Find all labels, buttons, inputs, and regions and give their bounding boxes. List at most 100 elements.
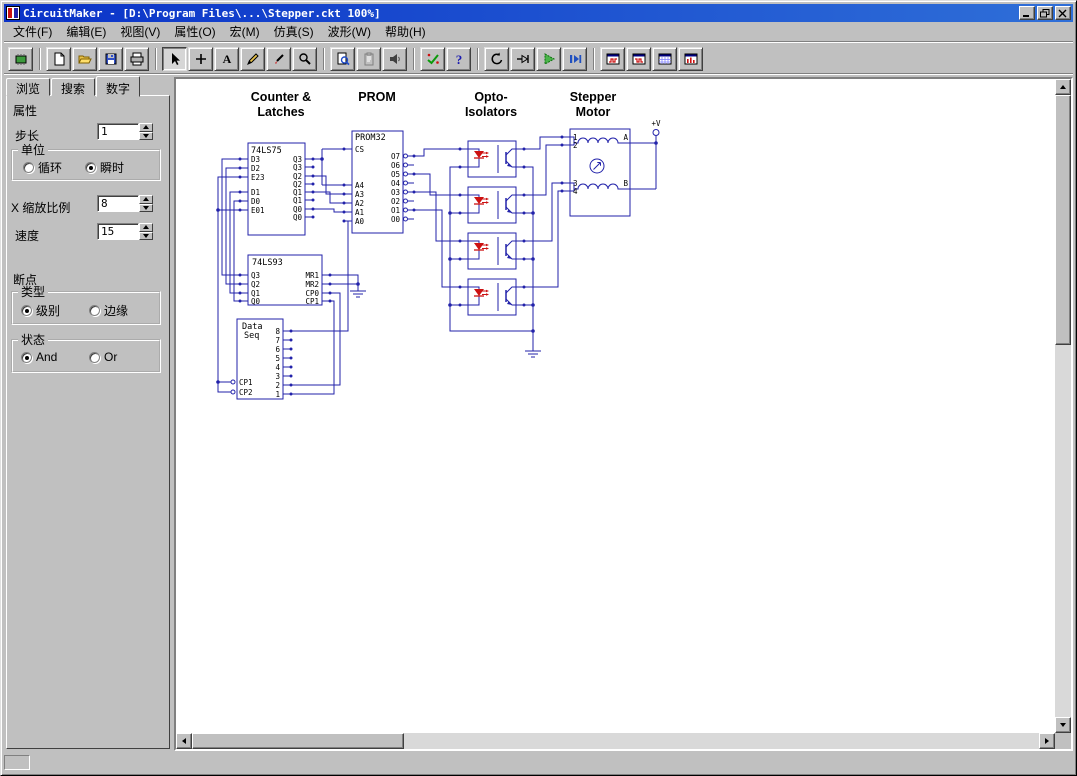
schematic-canvas[interactable]: Counter & Latches PROM Opto- Isolators S… xyxy=(176,79,1055,733)
horizontal-scrollbar[interactable] xyxy=(176,733,1055,749)
radio-label: 级别 xyxy=(36,302,60,319)
vertical-scrollbar[interactable] xyxy=(1055,79,1071,733)
step-button[interactable] xyxy=(510,47,535,71)
svg-text:Stepper: Stepper xyxy=(570,90,617,104)
ground-symbol[interactable] xyxy=(350,284,541,357)
radio-state-or[interactable]: Or xyxy=(89,350,117,364)
minimize-icon xyxy=(1022,9,1032,18)
horizontal-scroll-thumb[interactable] xyxy=(192,733,404,749)
component-74ls93[interactable]: 74LS93 Q3 Q2 Q1 Q0 MR1 MR2 CP0 CP1 xyxy=(239,255,332,306)
step-arrow-icon xyxy=(515,51,531,67)
tab-digital[interactable]: 数字 xyxy=(96,76,140,97)
waveform-window-button[interactable] xyxy=(626,47,651,71)
close-button[interactable] xyxy=(1055,6,1071,20)
vertical-scroll-thumb[interactable] xyxy=(1055,95,1071,345)
step-size-input[interactable] xyxy=(97,123,139,140)
speaker-icon xyxy=(387,51,403,67)
save-button[interactable] xyxy=(98,47,123,71)
component-opto-isolator[interactable] xyxy=(459,141,526,315)
sidebar-tabs: 浏览 搜索 数字 xyxy=(6,75,141,96)
sound-button[interactable] xyxy=(382,47,407,71)
reset-arrow-icon xyxy=(489,51,505,67)
scroll-right-button[interactable] xyxy=(1039,733,1055,749)
minimize-button[interactable] xyxy=(1019,6,1035,20)
check-icon xyxy=(425,51,441,67)
svg-text:Counter &: Counter & xyxy=(251,90,311,104)
menu-file[interactable]: 文件(F) xyxy=(6,21,59,42)
text-tool-button[interactable]: A xyxy=(214,47,239,71)
step-size-spin-down[interactable] xyxy=(139,132,153,141)
menu-help[interactable]: 帮助(H) xyxy=(378,21,433,42)
probe-tool-button[interactable] xyxy=(266,47,291,71)
select-tool-button[interactable] xyxy=(162,47,187,71)
rule-check-button[interactable] xyxy=(420,47,445,71)
wires[interactable] xyxy=(218,136,656,394)
component-data-seq[interactable]: Data Seq 8 7 6 5 4 3 2 xyxy=(226,319,293,399)
radio-label: And xyxy=(36,350,57,364)
tab-search[interactable]: 搜索 xyxy=(51,78,95,96)
print-button[interactable] xyxy=(124,47,149,71)
x-scale-spin-down[interactable] xyxy=(139,204,153,213)
radio-unit-cycle[interactable]: 循环 xyxy=(23,159,62,176)
menu-edit[interactable]: 编辑(E) xyxy=(59,21,113,42)
place-part-button[interactable] xyxy=(188,47,213,71)
grid-window-button[interactable] xyxy=(652,47,677,71)
digital-display-window-button[interactable] xyxy=(600,47,625,71)
cursor-icon xyxy=(167,51,183,67)
parts-bin-button[interactable] xyxy=(8,47,33,71)
step-size-spin-up[interactable] xyxy=(139,123,153,132)
svg-text:MR1: MR1 xyxy=(305,271,319,280)
x-scale-label: X 缩放比例 xyxy=(11,199,70,216)
text-a-icon: A xyxy=(219,51,235,67)
svg-text:A2: A2 xyxy=(355,199,364,208)
svg-text:2: 2 xyxy=(573,141,578,150)
right-arrow-icon xyxy=(1045,738,1049,744)
paste-button[interactable] xyxy=(356,47,381,71)
restore-icon xyxy=(1040,9,1050,18)
x-scale-input[interactable] xyxy=(97,195,139,212)
scroll-down-button[interactable] xyxy=(1055,717,1071,733)
x-scale-spin-up[interactable] xyxy=(139,195,153,204)
restore-button[interactable] xyxy=(1037,6,1053,20)
help-button[interactable]: ? xyxy=(446,47,471,71)
svg-text:A: A xyxy=(623,133,628,142)
scroll-left-button[interactable] xyxy=(176,733,192,749)
clipboard-icon xyxy=(361,51,377,67)
new-button[interactable] xyxy=(46,47,71,71)
menu-options[interactable]: 属性(O) xyxy=(167,21,222,42)
open-button[interactable] xyxy=(72,47,97,71)
radio-label: 循环 xyxy=(38,159,62,176)
radio-unit-instant[interactable]: 瞬时 xyxy=(85,159,124,176)
component-prom32[interactable]: PROM32 CS A4 A3 xyxy=(343,131,416,233)
pause-button[interactable] xyxy=(562,47,587,71)
bars-window-button[interactable] xyxy=(678,47,703,71)
component-stepper-motor[interactable]: 1 2 3 4 A B +V xyxy=(561,119,661,216)
menu-view[interactable]: 视图(V) xyxy=(113,21,167,42)
menu-wave[interactable]: 波形(W) xyxy=(321,21,378,42)
speed-input[interactable] xyxy=(97,223,139,240)
toolbar-separator xyxy=(323,48,325,70)
radio-type-edge[interactable]: 边缘 xyxy=(89,302,128,319)
radio-state-and[interactable]: And xyxy=(21,350,57,364)
speed-spin-up[interactable] xyxy=(139,223,153,232)
toolbar-separator xyxy=(413,48,415,70)
down-arrow-icon xyxy=(143,206,149,210)
menu-macros[interactable]: 宏(M) xyxy=(223,21,267,42)
wire-tool-button[interactable] xyxy=(240,47,265,71)
find-device-button[interactable] xyxy=(330,47,355,71)
tab-browse[interactable]: 浏览 xyxy=(6,78,50,96)
radio-icon xyxy=(85,162,96,173)
run-button[interactable] xyxy=(536,47,561,71)
component-74ls75[interactable]: 74LS75 D3 D2 E23 D1 D0 xyxy=(239,143,315,235)
open-folder-icon xyxy=(77,51,93,67)
schematic-headings[interactable]: Counter & Latches PROM Opto- Isolators S… xyxy=(251,90,617,119)
zoom-tool-button[interactable] xyxy=(292,47,317,71)
radio-type-level[interactable]: 级别 xyxy=(21,302,60,319)
speed-spin-down[interactable] xyxy=(139,232,153,241)
svg-text:+V: +V xyxy=(651,119,661,128)
svg-text:O2: O2 xyxy=(391,197,400,206)
x-scale-spinner xyxy=(139,195,153,212)
scroll-up-button[interactable] xyxy=(1055,79,1071,95)
menu-simulation[interactable]: 仿真(S) xyxy=(267,21,321,42)
reset-button[interactable] xyxy=(484,47,509,71)
